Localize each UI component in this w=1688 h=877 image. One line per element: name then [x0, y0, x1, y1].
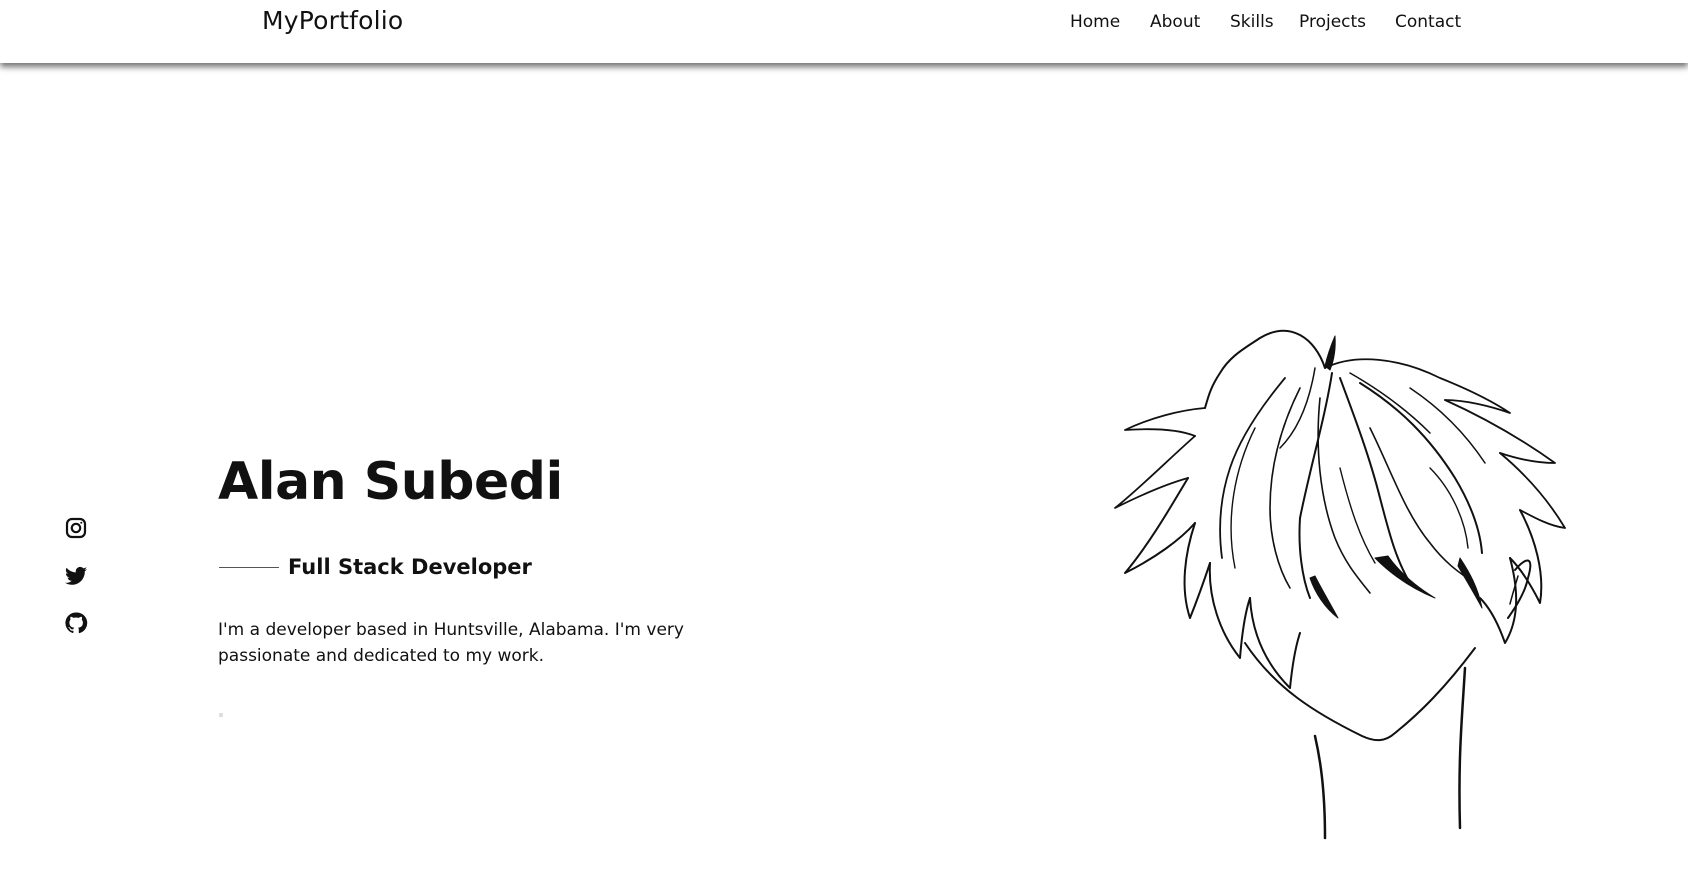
nav-projects[interactable]: Projects [1299, 12, 1366, 32]
navbar: MyPortfolio Home About Skills Projects C… [0, 0, 1688, 63]
nav-about[interactable]: About [1150, 12, 1200, 32]
nav-home[interactable]: Home [1070, 12, 1120, 32]
nav-skills[interactable]: Skills [1230, 12, 1274, 32]
instagram-icon[interactable] [64, 516, 88, 540]
hero-description: I'm a developer based in Huntsville, Ala… [218, 620, 684, 666]
hero-role: Full Stack Developer [288, 555, 532, 579]
avatar-illustration [1114, 329, 1566, 840]
hero-name: Alan Subedi [218, 452, 563, 512]
scroll-indicator [219, 713, 223, 717]
site-logo[interactable]: MyPortfolio [262, 6, 403, 35]
twitter-icon[interactable] [64, 564, 88, 588]
github-icon[interactable] [64, 611, 88, 635]
role-divider [219, 567, 279, 568]
nav-contact[interactable]: Contact [1395, 12, 1461, 32]
